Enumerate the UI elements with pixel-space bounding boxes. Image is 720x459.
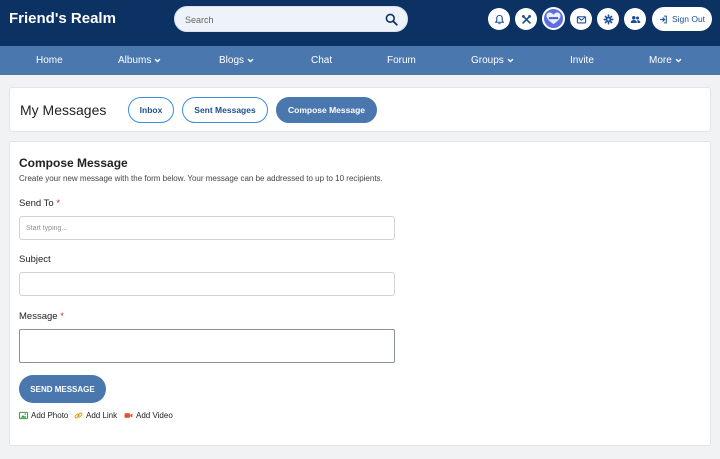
send-to-input[interactable] <box>20 217 394 240</box>
nav-blogs-label: Blogs <box>219 55 245 66</box>
add-link-link[interactable]: Add Link <box>74 411 117 420</box>
tab-compose-message-label: Compose Message <box>288 105 365 115</box>
video-camera-icon <box>124 413 133 418</box>
send-to-field[interactable] <box>19 216 395 240</box>
nav-home-label: Home <box>36 55 63 66</box>
nav-groups[interactable]: Groups <box>471 46 514 75</box>
nav-albums-label: Albums <box>118 55 152 66</box>
chevron-down-icon <box>675 58 682 63</box>
chevron-down-icon <box>507 58 514 63</box>
tab-sent-messages[interactable]: Sent Messages <box>182 97 268 123</box>
nav-more[interactable]: More <box>649 46 682 75</box>
compose-description: Create your new message with the form be… <box>19 174 383 183</box>
add-photo-label: Add Photo <box>31 411 69 420</box>
users-icon <box>630 15 640 23</box>
site-brand[interactable]: Friend's Realm <box>9 10 116 27</box>
messages-button[interactable] <box>570 8 592 30</box>
search-icon[interactable] <box>385 13 398 26</box>
add-video-label: Add Video <box>136 411 173 420</box>
nav-chat[interactable]: Chat <box>311 46 332 75</box>
sign-out-button[interactable]: Sign Out <box>652 7 712 31</box>
tab-compose-message[interactable]: Compose Message <box>276 97 377 123</box>
nav-groups-label: Groups <box>471 55 504 66</box>
subject-label-text: Subject <box>19 254 51 265</box>
avatar[interactable] <box>542 7 565 30</box>
tab-inbox-label: Inbox <box>139 105 163 115</box>
tab-sent-messages-label: Sent Messages <box>194 105 256 115</box>
send-to-label: Send To * <box>19 198 60 209</box>
subject-field[interactable] <box>19 272 395 296</box>
nav-forum[interactable]: Forum <box>387 46 416 75</box>
notifications-button[interactable] <box>488 8 510 30</box>
friends-button[interactable] <box>624 8 646 30</box>
tools-icon <box>521 14 531 24</box>
required-mark: * <box>60 311 64 322</box>
send-to-label-text: Send To <box>19 198 54 209</box>
message-label: Message * <box>19 311 64 322</box>
bell-icon <box>494 14 504 24</box>
subject-label: Subject <box>19 254 51 265</box>
subject-input[interactable] <box>20 273 394 296</box>
compose-panel: Compose Message Create your new message … <box>9 141 711 446</box>
tools-button[interactable] <box>515 8 537 30</box>
nav-chat-label: Chat <box>311 55 333 66</box>
send-message-button[interactable]: SEND MESSAGE <box>19 375 106 403</box>
chevron-down-icon <box>154 58 161 63</box>
add-link-label: Add Link <box>86 411 118 420</box>
nav-albums[interactable]: Albums <box>118 46 161 75</box>
tab-inbox[interactable]: Inbox <box>128 97 174 123</box>
nav-blogs[interactable]: Blogs <box>219 46 254 75</box>
message-label-text: Message <box>19 311 58 322</box>
nav-home[interactable]: Home <box>36 46 63 75</box>
message-textarea[interactable] <box>19 329 395 363</box>
nav-more-label: More <box>649 55 672 66</box>
required-mark: * <box>56 198 61 209</box>
page-title: My Messages <box>20 102 107 118</box>
link-icon <box>74 412 83 419</box>
sign-in-arrow-icon <box>660 15 667 23</box>
search-box[interactable] <box>174 6 408 32</box>
messages-header-panel: My Messages Inbox Sent Messages Compose … <box>9 87 711 132</box>
nav-invite-label: Invite <box>570 55 594 66</box>
nav-forum-label: Forum <box>387 55 416 66</box>
chevron-down-icon <box>247 58 254 63</box>
heart-logo-icon <box>546 12 561 25</box>
image-icon <box>19 411 28 420</box>
sign-out-label: Sign Out <box>671 14 706 24</box>
add-photo-link[interactable]: Add Photo <box>19 411 68 420</box>
main-nav: Home Albums Blogs Chat Forum Groups Invi… <box>0 46 720 75</box>
compose-title: Compose Message <box>19 156 128 170</box>
add-video-link[interactable]: Add Video <box>124 411 173 420</box>
top-header: Friend's Realm Search Sign Out <box>0 0 720 46</box>
envelope-icon <box>576 15 586 23</box>
nav-invite[interactable]: Invite <box>570 46 594 75</box>
search-input[interactable] <box>185 11 375 28</box>
settings-button[interactable] <box>597 8 619 30</box>
gear-icon <box>602 13 614 25</box>
